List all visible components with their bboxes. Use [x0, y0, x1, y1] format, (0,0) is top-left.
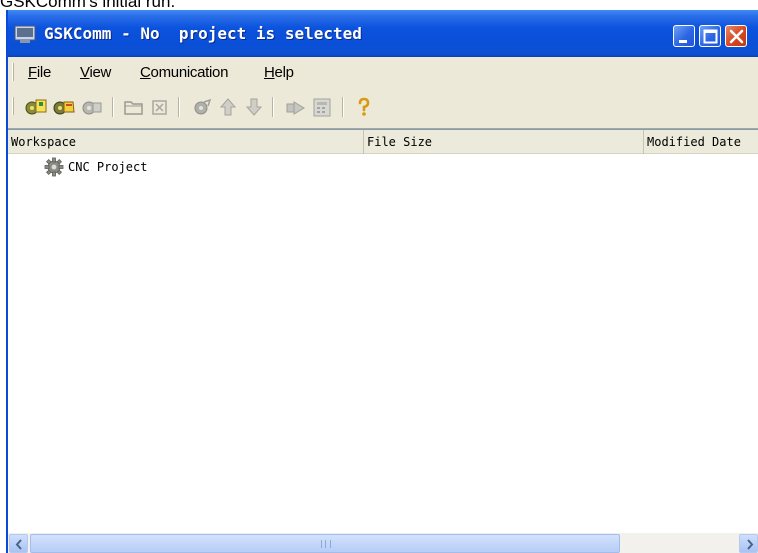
toolbar-separator [272, 97, 274, 117]
menu-help[interactable]: Help [264, 63, 294, 83]
help-icon[interactable] [352, 96, 376, 118]
column-header-file-size[interactable]: File Size [364, 130, 644, 154]
toolbar-separator [178, 97, 180, 117]
run-icon[interactable] [284, 96, 308, 118]
toolbar-separator [342, 97, 344, 117]
menu-bar: File View Comunication Help [8, 57, 758, 87]
delete-icon[interactable] [148, 96, 172, 118]
list-header: Workspace File Size Modified Date [8, 130, 758, 154]
new-project-icon[interactable] [24, 96, 48, 118]
toolbar [8, 87, 758, 129]
download-icon[interactable] [242, 96, 266, 118]
menu-view[interactable]: View [80, 63, 111, 83]
list-item-label: CNC Project [68, 160, 148, 174]
scroll-left-button[interactable] [9, 534, 28, 553]
minimize-button[interactable] [673, 25, 695, 47]
app-icon [14, 24, 36, 44]
column-header-workspace[interactable]: Workspace [8, 130, 364, 154]
upload-icon[interactable] [216, 96, 240, 118]
settings-icon[interactable] [190, 96, 214, 118]
close-project-icon[interactable] [80, 96, 104, 118]
menu-communication[interactable]: Comunication [140, 63, 228, 83]
toolbar-separator [112, 97, 114, 117]
list-item[interactable]: CNC Project [44, 156, 147, 178]
menu-grip [12, 63, 14, 81]
scroll-right-button[interactable] [739, 534, 758, 553]
title-bar[interactable]: GSKComm - No project is selected [8, 10, 758, 57]
column-header-modified-date[interactable]: Modified Date [644, 130, 758, 154]
folder-icon[interactable] [122, 96, 146, 118]
thumb-grip [321, 540, 331, 548]
scrollbar-thumb[interactable] [30, 534, 620, 553]
window-title: GSKComm - No project is selected [44, 24, 362, 43]
maximize-button[interactable] [699, 25, 721, 47]
calculator-icon[interactable] [310, 96, 334, 118]
app-window: GSKComm - No project is selected File Vi… [6, 10, 758, 553]
open-project-icon[interactable] [52, 96, 76, 118]
caption: GSKComm's initial run. [0, 0, 176, 11]
project-list[interactable]: Workspace File Size Modified Date CNC Pr… [8, 129, 758, 553]
menu-file[interactable]: File [28, 63, 51, 83]
gear-icon [44, 157, 64, 177]
close-button[interactable] [725, 25, 747, 47]
toolbar-grip [12, 97, 14, 115]
horizontal-scrollbar[interactable] [8, 533, 758, 553]
